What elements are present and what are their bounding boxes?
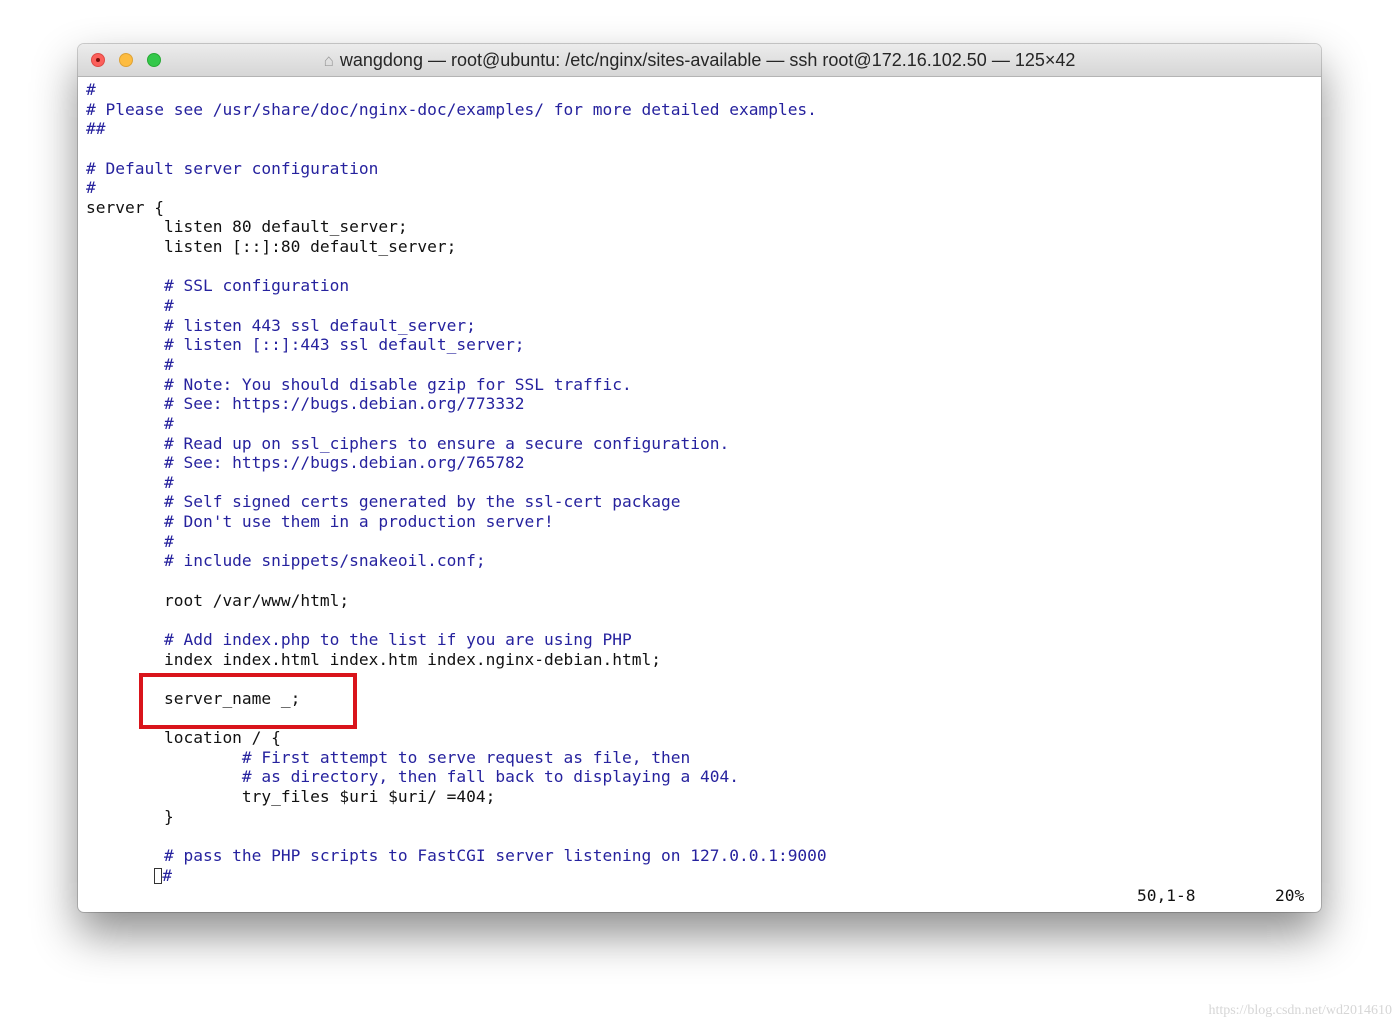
comment-line: # Default server configuration — [86, 158, 379, 178]
comment-line: # Note: You should disable gzip for SSL … — [86, 374, 632, 394]
code-line: listen 80 default_server; — [86, 217, 408, 237]
comment-line: # First attempt to serve request as file… — [86, 747, 691, 767]
code-line: server { — [86, 197, 164, 217]
comment-line: # — [86, 178, 96, 198]
comment-line: # pass the PHP scripts to FastCGI server… — [86, 845, 827, 865]
comment-line: # SSL configuration — [86, 276, 350, 296]
comment-line: # Read up on ssl_ciphers to ensure a sec… — [86, 433, 730, 453]
title-bar[interactable]: ⌂ wangdong — root@ubuntu: /etc/nginx/site… — [78, 44, 1321, 77]
terminal-content[interactable]: # # Please see /usr/share/doc/nginx-doc/e… — [86, 80, 827, 885]
comment-line: # — [86, 866, 827, 886]
code-line: index index.html index.htm index.nginx-d… — [86, 649, 661, 669]
comment-line: # Self signed certs generated by the ssl… — [86, 492, 681, 512]
comment-line: # include snippets/snakeoil.conf; — [86, 551, 486, 571]
scroll-percent: 20% — [1275, 886, 1305, 905]
code-line: try_files $uri $uri/ =404; — [86, 787, 496, 807]
cursor-position: 50,1-8 — [1137, 886, 1196, 905]
comment-line: # See: https://bugs.debian.org/773332 — [86, 394, 525, 414]
window-title: ⌂ wangdong — root@ubuntu: /etc/nginx/site… — [78, 44, 1321, 76]
comment-line: # — [86, 354, 174, 374]
comment-line: # — [86, 80, 96, 99]
comment-line: # — [86, 531, 174, 551]
comment-line: # Add index.php to the list if you are u… — [86, 629, 632, 649]
highlight-box — [139, 673, 357, 729]
line-text: # — [162, 865, 172, 885]
code-line: root /var/www/html; — [86, 590, 350, 610]
comment-line: # See: https://bugs.debian.org/765782 — [86, 453, 525, 473]
comment-line: # Don't use them in a production server! — [86, 512, 554, 532]
code-line: } — [86, 806, 174, 826]
window-title-text: wangdong — root@ubuntu: /etc/nginx/sites… — [339, 50, 1076, 70]
comment-line: # listen 443 ssl default_server; — [86, 315, 476, 335]
code-line: location / { — [86, 728, 281, 748]
comment-line: ## — [86, 119, 106, 139]
comment-line: # listen [::]:443 ssl default_server; — [86, 335, 525, 355]
watermark: https://blog.csdn.net/wd2014610 — [1208, 1003, 1392, 1018]
comment-line: # — [86, 472, 174, 492]
comment-line: # as directory, then fall back to displa… — [86, 767, 739, 787]
comment-line: # Please see /usr/share/doc/nginx-doc/ex… — [86, 99, 817, 119]
comment-line: # — [86, 413, 174, 433]
comment-line: # — [86, 296, 174, 316]
home-icon: ⌂ — [323, 51, 334, 70]
code-line: listen [::]:80 default_server; — [86, 237, 457, 257]
terminal-window: ⌂ wangdong — root@ubuntu: /etc/nginx/site… — [78, 44, 1321, 912]
